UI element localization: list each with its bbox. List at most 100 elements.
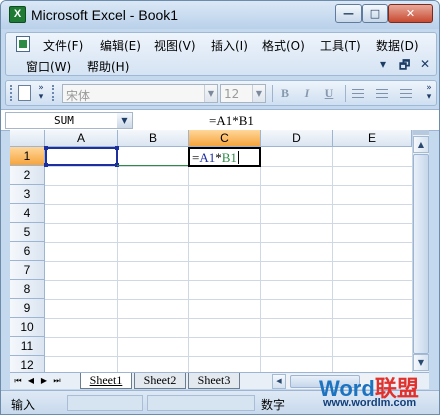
align-left-icon[interactable] (352, 89, 364, 98)
name-box[interactable]: SUM ▼ (5, 112, 133, 129)
row-header[interactable]: 5 (10, 223, 45, 242)
formula-input[interactable]: =A1*B1 (209, 113, 254, 129)
scroll-up-icon[interactable]: ▲ (413, 136, 429, 153)
next-sheet-icon[interactable]: ▶ (38, 374, 50, 388)
gridline (260, 147, 261, 372)
sheet-tab[interactable]: Sheet3 (188, 373, 240, 389)
watermark-url: www.wordlm.com (323, 397, 417, 409)
prev-sheet-icon[interactable]: ◀ (25, 374, 37, 388)
gridline (45, 242, 412, 243)
italic-button[interactable]: I (298, 85, 316, 102)
formatting-toolbar: » ▾ 宋体 ▼ 12 ▼ B I U » ▾ (5, 80, 437, 106)
menu-tools[interactable]: 工具(T) (320, 37, 361, 54)
column-header[interactable]: B (118, 130, 189, 147)
row-header[interactable]: 4 (10, 204, 45, 223)
last-sheet-icon[interactable]: ⏭ (51, 374, 63, 388)
column-header[interactable]: E (333, 130, 412, 147)
workbook-minimize-icon[interactable]: ▾ (380, 57, 386, 71)
first-sheet-icon[interactable]: ⏮ (12, 374, 24, 388)
vertical-scroll-thumb[interactable] (413, 154, 429, 354)
status-panel (147, 395, 255, 411)
menu-view[interactable]: 视图(V) (154, 37, 196, 54)
num-lock-indicator: 数字 (261, 398, 286, 412)
toolbar-options-icon[interactable]: » ▾ (424, 84, 434, 102)
column-header[interactable]: D (261, 130, 333, 147)
scroll-left-icon[interactable]: ◀ (272, 374, 286, 389)
maximize-button[interactable]: □ (362, 4, 388, 23)
scroll-down-icon[interactable]: ▼ (413, 354, 429, 371)
workbook-close-icon[interactable]: ✕ (420, 57, 430, 71)
workbook-doc-icon[interactable] (16, 36, 30, 52)
chevron-down-icon[interactable]: ▼ (204, 85, 217, 102)
sheet-tab[interactable]: Sheet2 (134, 373, 186, 389)
gridline (45, 223, 412, 224)
title-bar[interactable]: X Microsoft Excel - Book1 — □ ✕ (1, 1, 439, 29)
cell-edit-text[interactable]: =A1*B1 (192, 150, 239, 166)
font-size-combo[interactable]: 12 ▼ (220, 84, 266, 103)
gridline (117, 147, 118, 372)
menu-insert[interactable]: 插入(I) (211, 37, 248, 54)
excel-window: X Microsoft Excel - Book1 — □ ✕ 文件(F) 编辑… (0, 0, 440, 415)
formula-bar: SUM ▼ =A1*B1 (1, 109, 439, 131)
menu-format[interactable]: 格式(O) (262, 37, 305, 54)
row-header[interactable]: 3 (10, 185, 45, 204)
font-name-value: 宋体 (66, 89, 91, 103)
window-title: Microsoft Excel - Book1 (31, 7, 179, 23)
font-name-combo[interactable]: 宋体 ▼ (62, 84, 218, 103)
sheet-tab-active[interactable]: Sheet1 (80, 373, 132, 389)
gridline (45, 280, 412, 281)
row-header[interactable]: 2 (10, 166, 45, 185)
reference-range-b1[interactable] (117, 148, 189, 166)
menu-edit[interactable]: 编辑(E) (100, 37, 141, 54)
menu-window[interactable]: 窗口(W) (26, 58, 71, 75)
menu-bar: 文件(F) 编辑(E) 视图(V) 插入(I) 格式(O) 工具(T) 数据(D… (5, 32, 437, 76)
active-cell-c1[interactable]: =A1*B1 (188, 147, 261, 167)
row-header[interactable]: 6 (10, 242, 45, 261)
align-center-icon[interactable] (376, 89, 388, 98)
gridline (45, 204, 412, 205)
gridline (45, 356, 412, 357)
row-header[interactable]: 12 (10, 356, 45, 372)
new-document-icon[interactable] (18, 85, 31, 101)
excel-app-icon[interactable]: X (9, 6, 26, 23)
chevron-down-icon[interactable]: ▼ (117, 113, 132, 128)
toolbar-grip-icon[interactable] (52, 85, 55, 101)
select-all-corner[interactable] (10, 130, 45, 147)
underline-button[interactable]: U (320, 85, 338, 102)
workbook-restore-icon[interactable]: 🗗 (399, 56, 410, 77)
row-header[interactable]: 10 (10, 318, 45, 337)
column-header-active[interactable]: C (189, 130, 261, 147)
gridline (45, 337, 412, 338)
reference-range-a1[interactable] (45, 147, 118, 166)
range-handle[interactable] (44, 163, 48, 167)
row-header[interactable]: 7 (10, 261, 45, 280)
menu-data[interactable]: 数据(D) (376, 37, 419, 54)
gridline (45, 185, 412, 186)
status-mode: 输入 (11, 398, 36, 412)
toolbar-options-icon[interactable]: » ▾ (36, 84, 46, 102)
minimize-button[interactable]: — (335, 4, 362, 23)
row-header[interactable]: 8 (10, 280, 45, 299)
range-handle[interactable] (44, 146, 48, 150)
row-header-active[interactable]: 1 (10, 147, 45, 166)
gridline (45, 299, 412, 300)
toolbar-grip-icon[interactable] (10, 85, 13, 101)
status-panel (67, 395, 143, 411)
toolbar-separator (272, 85, 273, 102)
bold-button[interactable]: B (276, 85, 294, 102)
split-box[interactable] (413, 130, 429, 135)
vertical-scrollbar[interactable]: ▲ ▼ (412, 130, 429, 372)
menu-file[interactable]: 文件(F) (43, 37, 83, 54)
formula-ref-a1: A1 (199, 150, 216, 165)
gridline (45, 318, 412, 319)
gridline (188, 147, 189, 372)
row-header[interactable]: 11 (10, 337, 45, 356)
row-header[interactable]: 9 (10, 299, 45, 318)
menu-help[interactable]: 帮助(H) (87, 58, 129, 75)
chevron-down-icon[interactable]: ▼ (252, 85, 265, 102)
text-cursor (237, 151, 239, 164)
column-header[interactable]: A (45, 130, 118, 147)
align-right-icon[interactable] (400, 89, 412, 98)
formula-ref-b1: B1 (221, 150, 237, 165)
close-button[interactable]: ✕ (388, 4, 433, 23)
